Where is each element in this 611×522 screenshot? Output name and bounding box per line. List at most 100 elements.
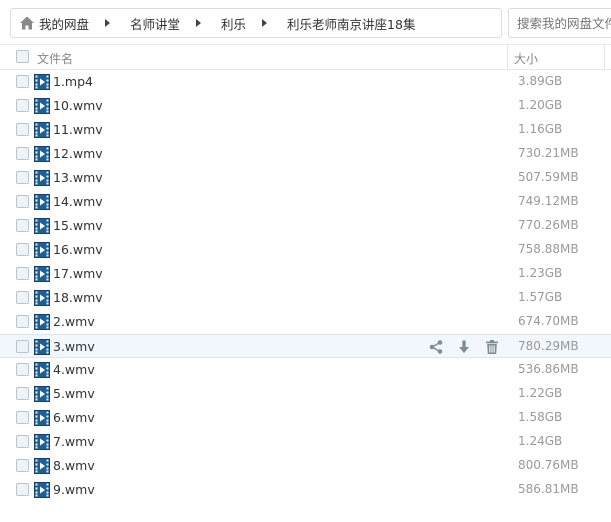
column-divider[interactable]: [507, 45, 508, 70]
file-checkbox[interactable]: [16, 387, 29, 400]
file-row[interactable]: 17.wmv 1.23GB: [0, 262, 611, 286]
file-checkbox[interactable]: [16, 435, 29, 448]
file-size: 1.57GB: [518, 290, 563, 304]
home-icon[interactable]: [19, 15, 35, 31]
file-row[interactable]: 5.wmv 1.22GB: [0, 382, 611, 406]
breadcrumb-item-level1[interactable]: 名师讲堂: [130, 14, 180, 33]
file-row[interactable]: 10.wmv 1.20GB: [0, 94, 611, 118]
file-size: 730.21MB: [518, 146, 579, 160]
file-size: 1.24GB: [518, 434, 563, 448]
share-icon[interactable]: [427, 338, 445, 356]
video-file-icon: [34, 98, 50, 114]
download-icon[interactable]: [455, 338, 473, 356]
file-checkbox[interactable]: [16, 483, 29, 496]
file-checkbox[interactable]: [16, 147, 29, 160]
file-size: 770.26MB: [518, 218, 579, 232]
file-size: 507.59MB: [518, 170, 579, 184]
breadcrumb-separator-icon: [105, 19, 111, 27]
file-name[interactable]: 9.wmv: [53, 482, 95, 497]
file-checkbox[interactable]: [16, 99, 29, 112]
file-row[interactable]: 11.wmv 1.16GB: [0, 118, 611, 142]
column-header-name[interactable]: 文件名: [37, 50, 73, 67]
video-file-icon: [34, 194, 50, 210]
file-row[interactable]: 14.wmv 749.12MB: [0, 190, 611, 214]
column-header-size[interactable]: 大小: [514, 50, 538, 67]
file-checkbox[interactable]: [16, 291, 29, 304]
select-all-checkbox[interactable]: [16, 50, 29, 63]
file-name[interactable]: 16.wmv: [53, 242, 103, 257]
file-checkbox[interactable]: [16, 363, 29, 376]
file-size: 536.86MB: [518, 362, 579, 376]
file-name[interactable]: 18.wmv: [53, 290, 103, 305]
file-name[interactable]: 15.wmv: [53, 218, 103, 233]
file-name[interactable]: 4.wmv: [53, 362, 95, 377]
file-row[interactable]: 13.wmv 507.59MB: [0, 166, 611, 190]
file-checkbox[interactable]: [16, 195, 29, 208]
video-file-icon: [34, 386, 50, 402]
file-list: 1.mp4 3.89GB 10.wmv 1.20GB 11.wmv 1.16GB 12.wm…: [0, 70, 611, 502]
file-row[interactable]: 15.wmv 770.26MB: [0, 214, 611, 238]
file-size: 3.89GB: [518, 74, 563, 88]
file-row[interactable]: 16.wmv 758.88MB: [0, 238, 611, 262]
video-file-icon: [34, 410, 50, 426]
file-row[interactable]: 9.wmv 586.81MB: [0, 478, 611, 502]
file-size: 1.22GB: [518, 386, 563, 400]
file-size: 1.58GB: [518, 410, 563, 424]
file-name[interactable]: 12.wmv: [53, 146, 103, 161]
file-name[interactable]: 14.wmv: [53, 194, 103, 209]
file-checkbox[interactable]: [16, 459, 29, 472]
top-bar: 我的网盘 名师讲堂 利乐 利乐老师南京讲座18集: [0, 0, 611, 44]
file-size: 1.23GB: [518, 266, 563, 280]
file-checkbox[interactable]: [16, 340, 29, 353]
file-size: 800.76MB: [518, 458, 579, 472]
file-name[interactable]: 8.wmv: [53, 458, 95, 473]
breadcrumb-item-current: 利乐老师南京讲座18集: [287, 16, 416, 32]
file-name[interactable]: 5.wmv: [53, 386, 95, 401]
file-list-header: 文件名 大小: [0, 44, 611, 70]
file-checkbox[interactable]: [16, 243, 29, 256]
file-row[interactable]: 12.wmv 730.21MB: [0, 142, 611, 166]
file-checkbox[interactable]: [16, 171, 29, 184]
file-size: 586.81MB: [518, 482, 579, 496]
file-name[interactable]: 17.wmv: [53, 266, 103, 281]
breadcrumb-item-level2[interactable]: 利乐: [221, 14, 246, 33]
breadcrumb-item-root[interactable]: 我的网盘: [39, 14, 89, 33]
video-file-icon: [34, 339, 50, 355]
file-row[interactable]: 4.wmv 536.86MB: [0, 358, 611, 382]
file-size: 758.88MB: [518, 242, 579, 256]
file-name[interactable]: 1.mp4: [53, 74, 93, 89]
file-name[interactable]: 3.wmv: [53, 339, 95, 354]
video-file-icon: [34, 74, 50, 90]
video-file-icon: [34, 434, 50, 450]
column-divider[interactable]: [604, 45, 605, 70]
file-checkbox[interactable]: [16, 315, 29, 328]
video-file-icon: [34, 242, 50, 258]
file-row[interactable]: 7.wmv 1.24GB: [0, 430, 611, 454]
file-row[interactable]: 3.wmv 780.29MB: [0, 334, 611, 358]
video-file-icon: [34, 362, 50, 378]
video-file-icon: [34, 458, 50, 474]
file-name[interactable]: 10.wmv: [53, 98, 103, 113]
file-name[interactable]: 11.wmv: [53, 122, 103, 137]
file-name[interactable]: 13.wmv: [53, 170, 103, 185]
delete-icon[interactable]: [483, 338, 501, 356]
file-size: 780.29MB: [518, 339, 579, 353]
file-row[interactable]: 6.wmv 1.58GB: [0, 406, 611, 430]
file-checkbox[interactable]: [16, 267, 29, 280]
file-row[interactable]: 1.mp4 3.89GB: [0, 70, 611, 94]
file-row[interactable]: 8.wmv 800.76MB: [0, 454, 611, 478]
file-row[interactable]: 18.wmv 1.57GB: [0, 286, 611, 310]
file-checkbox[interactable]: [16, 219, 29, 232]
file-checkbox[interactable]: [16, 75, 29, 88]
video-file-icon: [34, 170, 50, 186]
file-name[interactable]: 7.wmv: [53, 434, 95, 449]
breadcrumb-separator-icon: [262, 19, 268, 27]
file-checkbox[interactable]: [16, 411, 29, 424]
video-file-icon: [34, 266, 50, 282]
file-name[interactable]: 6.wmv: [53, 410, 95, 425]
file-name[interactable]: 2.wmv: [53, 314, 95, 329]
file-checkbox[interactable]: [16, 123, 29, 136]
file-size: 749.12MB: [518, 194, 579, 208]
search-input[interactable]: [508, 8, 611, 38]
file-row[interactable]: 2.wmv 674.70MB: [0, 310, 611, 334]
